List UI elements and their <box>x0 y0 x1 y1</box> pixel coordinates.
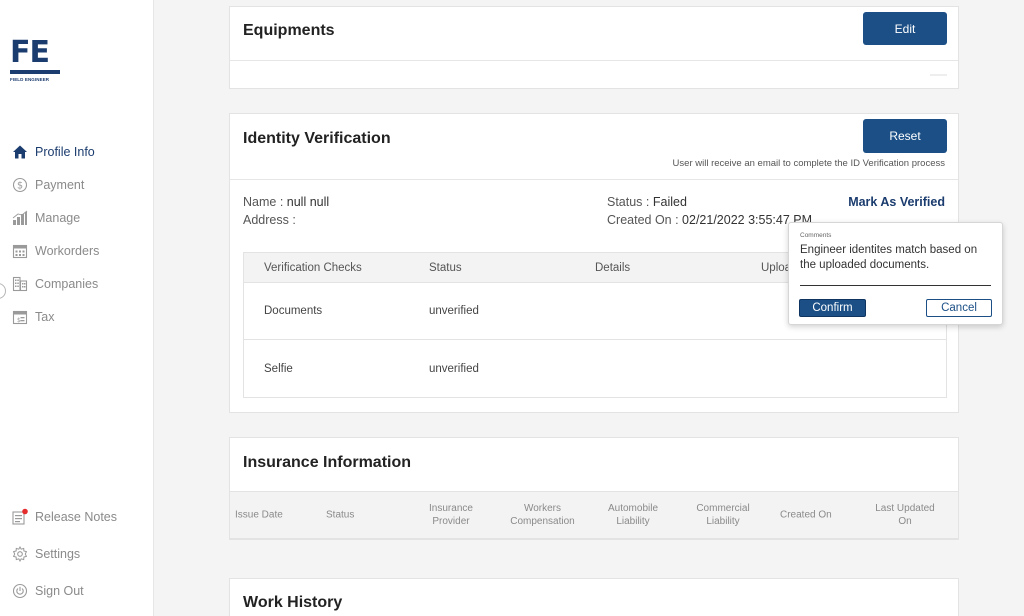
reset-button[interactable]: Reset <box>863 119 947 153</box>
logo-letters: FE <box>10 35 50 70</box>
created-on-label: Created On : <box>607 213 683 227</box>
check-status: unverified <box>429 305 479 317</box>
comments-label: Comments <box>800 232 832 239</box>
column-header: Commercial Liability <box>696 503 750 527</box>
sidebar-nav: Profile Info $ Payment Manage Workorders… <box>0 135 154 333</box>
edit-button[interactable]: Edit <box>863 12 947 45</box>
address-label: Address : <box>243 213 296 227</box>
sidebar: FE FIELD ENGINEER Profile Info $ Payment… <box>0 0 154 616</box>
column-header: Automobile Liability <box>607 503 659 527</box>
sidebar-item-workorders[interactable]: Workorders <box>0 234 154 267</box>
insurance-information-title: Insurance Information <box>243 454 412 471</box>
status-value: Failed <box>652 195 687 209</box>
sidebar-item-label: Profile Info <box>35 144 95 159</box>
cancel-button[interactable]: Cancel <box>926 299 992 317</box>
sidebar-item-label: Manage <box>35 210 81 225</box>
column-header: Status <box>326 509 355 521</box>
comments-input[interactable]: Engineer identites match based on the up… <box>800 243 995 273</box>
check-name: Documents <box>264 305 323 317</box>
sidebar-item-label: Tax <box>35 309 55 324</box>
check-status: unverified <box>429 362 479 375</box>
svg-text:$: $ <box>17 317 21 324</box>
identity-verification-title: Identity Verification <box>243 130 391 147</box>
power-icon <box>11 582 29 600</box>
sidebar-item-label: Settings <box>35 546 81 561</box>
name-label: Name : <box>243 195 287 209</box>
release-notes-icon <box>11 508 29 526</box>
home-icon <box>11 143 29 161</box>
name-field: Name : null null <box>243 195 329 209</box>
equipments-scroll-thumb[interactable] <box>930 74 947 76</box>
name-value: null null <box>286 195 330 209</box>
insurance-table-header: Issue Date Status Insurance Provider Work… <box>230 491 958 539</box>
column-header: Verification Checks <box>264 261 362 274</box>
calendar-icon <box>11 242 29 260</box>
sidebar-item-label: Workorders <box>35 243 100 258</box>
sidebar-item-profile-info[interactable]: Profile Info <box>0 135 154 168</box>
table-row: Selfie unverified <box>244 340 946 397</box>
logo[interactable]: FE FIELD ENGINEER <box>10 38 62 82</box>
status-label: Status : <box>607 195 653 209</box>
sidebar-item-release-notes[interactable]: Release Notes <box>0 498 154 535</box>
check-name: Selfie <box>264 362 293 375</box>
sidebar-item-tax[interactable]: $ Tax <box>0 300 154 333</box>
mark-verified-popover: Comments Engineer identites match based … <box>788 222 1003 325</box>
svg-text:$: $ <box>17 180 23 191</box>
logo-subtitle: FIELD ENGINEER <box>10 77 50 82</box>
sidebar-item-label: Payment <box>35 177 85 192</box>
column-header: Created On <box>780 509 832 521</box>
equipments-title: Equipments <box>243 22 335 39</box>
sidebar-item-settings[interactable]: Settings <box>0 535 154 572</box>
mark-as-verified-link[interactable]: Mark As Verified <box>848 195 945 209</box>
column-header: Details <box>595 261 631 274</box>
sidebar-bottom-nav: Release Notes Settings Sign Out <box>0 498 154 609</box>
work-history-title: Work History <box>243 594 343 611</box>
sidebar-item-companies[interactable]: Companies <box>0 267 154 300</box>
sidebar-item-payment[interactable]: $ Payment <box>0 168 154 201</box>
column-header: Insurance Provider <box>429 503 473 527</box>
dollar-circle-icon: $ <box>11 176 29 194</box>
status-field: Status : Failed <box>607 195 687 209</box>
sidebar-item-label: Companies <box>35 276 99 291</box>
confirm-button[interactable]: Confirm <box>799 299 866 317</box>
equipments-divider <box>230 60 958 61</box>
buildings-icon <box>11 275 29 293</box>
address-field: Address : <box>243 213 296 227</box>
column-header: Issue Date <box>235 509 283 521</box>
identity-divider <box>230 179 958 180</box>
equipments-card: Equipments Edit <box>229 6 959 89</box>
chart-bars-icon <box>11 209 29 227</box>
gear-icon <box>11 545 29 563</box>
logo-bar <box>10 70 60 74</box>
comments-underline <box>800 285 991 286</box>
sidebar-item-sign-out[interactable]: Sign Out <box>0 572 154 609</box>
column-header: Workers Compensation <box>510 503 575 527</box>
work-history-card: Work History <box>229 578 959 616</box>
insurance-information-card: Insurance Information Issue Date Status … <box>229 437 959 540</box>
sidebar-item-manage[interactable]: Manage <box>0 201 154 234</box>
column-header: Uploa <box>761 261 792 274</box>
id-verification-hint: User will receive an email to complete t… <box>672 158 945 169</box>
sidebar-item-label: Release Notes <box>35 509 117 524</box>
created-on-field: Created On : 02/21/2022 3:55:47 PM <box>607 213 812 227</box>
column-header: Status <box>429 261 462 274</box>
column-header: Last Updated On <box>875 503 935 527</box>
sidebar-item-label: Sign Out <box>35 583 84 598</box>
tax-calendar-icon: $ <box>11 308 29 326</box>
